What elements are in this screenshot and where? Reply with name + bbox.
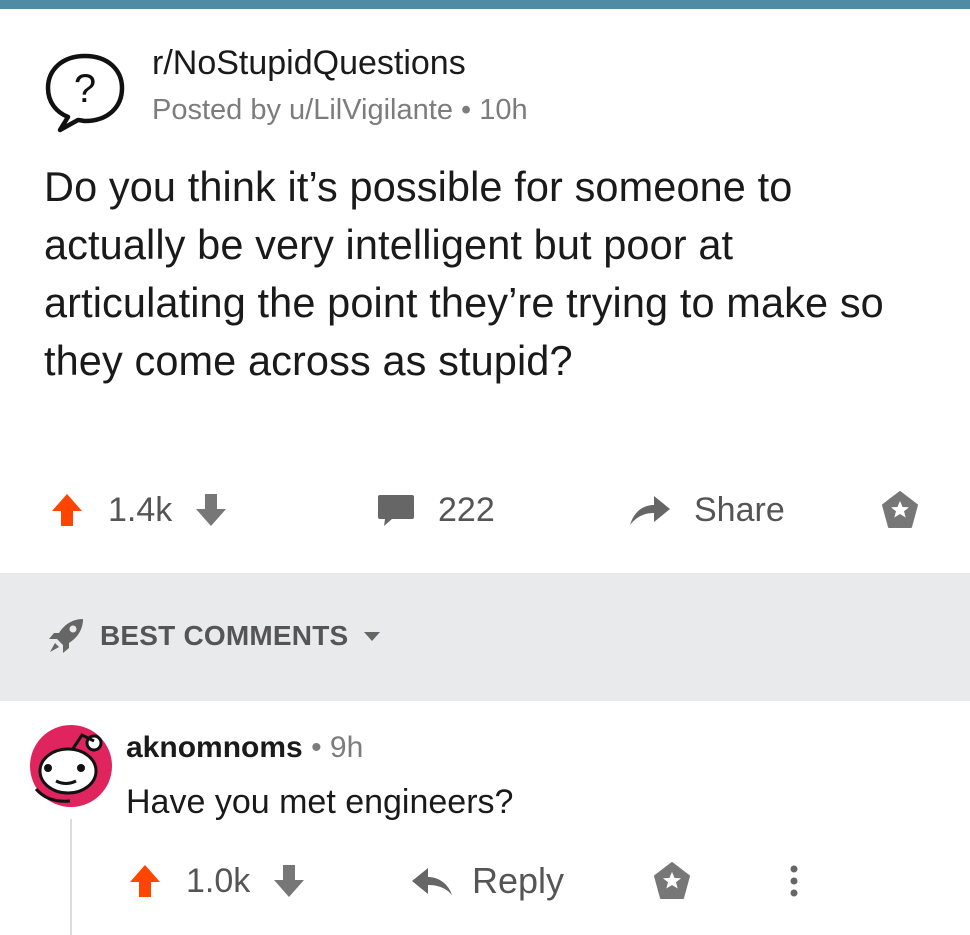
comment-sort-dropdown[interactable]: BEST COMMENTS — [46, 616, 382, 656]
comment-header: aknomnoms • 9h — [126, 731, 363, 765]
comments-button[interactable]: 222 — [376, 480, 495, 540]
comment: aknomnoms • 9h Have you met engineers? 1… — [0, 701, 970, 935]
vote-group: 1.4k — [50, 480, 228, 540]
posted-by[interactable]: Posted by u/LilVigilante — [152, 94, 453, 126]
post-age: 10h — [479, 94, 528, 126]
post-score: 1.4k — [108, 490, 173, 529]
post-action-bar: 1.4k 222 Share — [0, 480, 970, 540]
comment-score: 1.0k — [186, 861, 251, 900]
chevron-down-icon — [362, 629, 382, 643]
comment-bubble-icon — [376, 491, 416, 529]
share-button[interactable]: Share — [628, 480, 785, 540]
award-star-icon — [880, 490, 920, 530]
svg-text:?: ? — [74, 67, 96, 111]
post-title[interactable]: Do you think it’s possible for someone t… — [44, 158, 944, 390]
award-star-icon — [652, 861, 692, 901]
meta-separator: • — [311, 731, 330, 764]
share-arrow-icon — [628, 491, 672, 529]
comment-count: 222 — [438, 490, 495, 529]
comment-action-bar: 1.0k Reply — [0, 851, 970, 911]
subreddit-question-icon[interactable]: ? — [42, 50, 128, 134]
comment-save-button[interactable] — [652, 851, 692, 911]
sort-label: BEST COMMENTS — [100, 620, 349, 651]
upvote-arrow-icon[interactable] — [128, 862, 162, 900]
more-options-button[interactable] — [786, 851, 802, 911]
downvote-arrow-icon[interactable] — [272, 862, 306, 900]
save-button[interactable] — [880, 480, 920, 540]
reply-button[interactable]: Reply — [410, 851, 564, 911]
comment-age: 9h — [329, 731, 364, 764]
top-accent-bar — [0, 0, 970, 9]
comment-vote-group: 1.0k — [128, 851, 306, 911]
more-vertical-icon — [786, 861, 802, 901]
share-label: Share — [694, 490, 785, 529]
post-meta: Posted by u/LilVigilante • 10h — [152, 94, 528, 127]
comment-author[interactable]: aknomnoms — [126, 731, 303, 764]
post-header: ? r/NoStupidQuestions Posted by u/LilVig… — [42, 44, 922, 134]
subreddit-name[interactable]: r/NoStupidQuestions — [152, 44, 466, 83]
comment-body: Have you met engineers? — [126, 783, 514, 821]
avatar[interactable] — [26, 723, 116, 809]
meta-separator: • — [461, 94, 480, 126]
downvote-arrow-icon[interactable] — [194, 491, 228, 529]
upvote-arrow-icon[interactable] — [50, 491, 84, 529]
reply-label: Reply — [472, 860, 565, 901]
reply-arrow-icon — [410, 863, 454, 899]
rocket-icon — [46, 616, 86, 656]
